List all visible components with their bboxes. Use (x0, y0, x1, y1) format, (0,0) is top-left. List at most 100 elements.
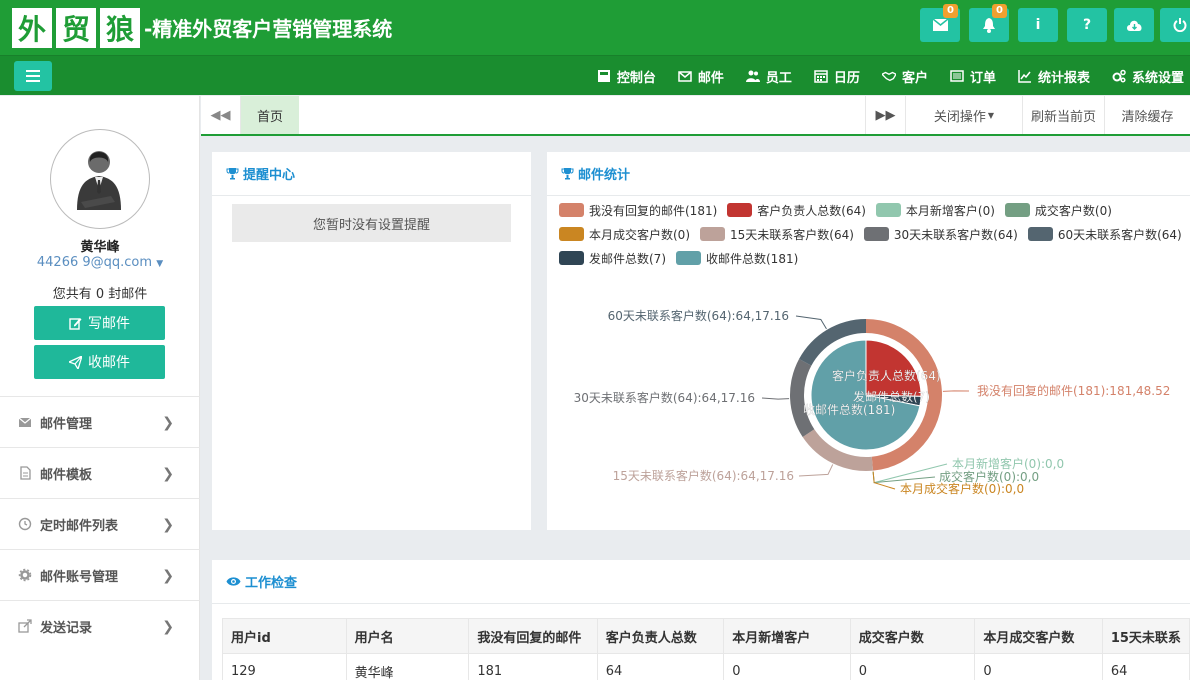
mail-stats-panel: 邮件统计 我没有回复的邮件(181) 客户负责人总数(64) 本月新增客户(0) 成交… (547, 152, 1190, 530)
sidebar-item-label: 邮件账号管理 (40, 569, 119, 585)
nav-label: 统计报表 (1037, 70, 1090, 86)
legend-item[interactable]: 15天未联系客户数(64) (700, 226, 854, 242)
trophy-icon (561, 168, 574, 180)
outer-slice-label: 本月新增客户(0):0,0 (952, 456, 1064, 471)
close-ops-dropdown[interactable]: 关闭操作 ▼ (905, 96, 1022, 134)
user-email-dropdown[interactable]: 44266 9@qq.com ▼ (0, 255, 200, 270)
caret-down-icon: ▼ (987, 110, 995, 120)
nav-item-reports[interactable]: 统计报表 (1018, 67, 1090, 86)
column-header[interactable]: 成交客户数 (849, 618, 976, 654)
sidebar-item-label: 邮件模板 (40, 467, 93, 483)
cloud-button[interactable] (1114, 8, 1154, 42)
legend-item[interactable]: 收邮件总数(181) (676, 250, 798, 266)
reminder-empty-message: 您暂时没有设置提醒 (232, 204, 511, 242)
work-check-title-text: 工作检查 (245, 576, 298, 591)
column-header[interactable]: 15天未联系 (1101, 618, 1190, 654)
sidebar-item-mail-account[interactable]: 邮件账号管理 ❯ (0, 549, 200, 600)
calendar-icon (814, 70, 828, 83)
receive-mail-button[interactable]: 收邮件 (34, 345, 165, 379)
sidebar-item-send-record[interactable]: 发送记录 ❯ (0, 600, 200, 651)
legend-label: 我没有回复的邮件(181) (589, 203, 718, 218)
double-left-icon: ◀◀ (210, 107, 231, 123)
legend-label: 本月成交客户数(0) (589, 227, 690, 242)
nav-label: 客户 (901, 70, 928, 86)
user-email: 44266 9@qq.com (36, 255, 153, 270)
logo-char: 贸 (56, 8, 96, 48)
legend-swatch (559, 251, 584, 265)
clear-cache-button[interactable]: 清除缓存 (1104, 96, 1190, 134)
table-row[interactable]: 129 黄华峰 181 64 0 0 0 64 (222, 653, 1190, 680)
cloud-download-icon (1126, 20, 1142, 31)
table-cell: 0 (723, 653, 851, 680)
legend-item[interactable]: 我没有回复的邮件(181) (559, 202, 717, 218)
tab-scroll-left-button[interactable]: ◀◀ (201, 96, 241, 134)
inner-pie-slice (810, 339, 921, 451)
caret-down-icon: ▼ (156, 259, 164, 269)
handshake-icon (881, 71, 896, 82)
top-header: 外 贸 狼 -精准外贸客户营销管理系统 0 0 i ? (0, 0, 1190, 55)
nav-item-calendar[interactable]: 日历 (814, 67, 860, 86)
column-header[interactable]: 我没有回复的邮件 (468, 618, 598, 654)
tab-scroll-right-button[interactable]: ▶▶ (865, 96, 905, 134)
user-photo-icon (77, 151, 121, 210)
column-header[interactable]: 用户名 (345, 618, 470, 654)
legend-item[interactable]: 30天未联系客户数(64) (863, 226, 1018, 242)
legend-swatch (559, 227, 584, 241)
outer-slice-label: 30天未联系客户数(64):64,17.16 (574, 390, 755, 405)
label-leader-line (872, 471, 896, 490)
refresh-page-label: 刷新当前页 (1030, 109, 1096, 125)
mail-notify-button[interactable]: 0 (920, 4, 960, 42)
legend-item[interactable]: 客户负责人总数(64) (727, 202, 866, 218)
label-leader-line (872, 463, 948, 484)
mail-stats-title-text: 邮件统计 (578, 168, 631, 183)
column-header[interactable]: 本月新增客户 (723, 618, 851, 654)
legend-item[interactable]: 60天未联系客户数(64) (1027, 226, 1182, 242)
column-header[interactable]: 用户id (222, 618, 347, 654)
app-slogan: -精准外贸客户营销管理系统 (144, 17, 393, 41)
nav-label: 控制台 (616, 70, 656, 86)
bell-notify-button[interactable]: 0 (969, 4, 1009, 42)
legend-label: 15天未联系客户数(64) (730, 227, 854, 242)
write-mail-button[interactable]: 写邮件 (34, 306, 165, 340)
envelope-icon (678, 71, 692, 82)
nav-item-customer[interactable]: 客户 (881, 67, 928, 86)
legend-item[interactable]: 本月成交客户数(0) (559, 226, 690, 242)
inner-slice-label: 发邮件总数(7) (853, 389, 930, 404)
sidebar-item-mail-template[interactable]: 邮件模板 ❯ (0, 447, 200, 498)
tab-home[interactable]: 首页 (241, 96, 299, 134)
legend-label: 成交客户数(0) (1034, 203, 1112, 218)
legend-item[interactable]: 成交客户数(0) (1004, 202, 1112, 218)
edit-icon (69, 317, 82, 330)
tab-actions: ▶▶ 关闭操作 ▼ 刷新当前页 清除缓存 (865, 96, 1190, 134)
legend-swatch (559, 203, 584, 217)
avatar[interactable] (50, 129, 150, 229)
eye-icon (226, 577, 241, 586)
inner-pie-slice (865, 394, 922, 407)
outer-slice-label: 本月成交客户数(0):0,0 (900, 481, 1024, 496)
legend-swatch (727, 203, 753, 217)
info-button[interactable]: i (1018, 8, 1058, 42)
nav-item-settings[interactable]: 系统设置 (1112, 67, 1184, 86)
power-button[interactable] (1160, 8, 1190, 42)
legend-item[interactable]: 发邮件总数(7) (559, 250, 666, 266)
table-cell: 129 (222, 653, 347, 680)
sidebar-item-scheduled-mail[interactable]: 定时邮件列表 ❯ (0, 498, 200, 549)
legend-swatch (1004, 203, 1030, 217)
nav-item-order[interactable]: 订单 (950, 67, 996, 86)
legend-item[interactable]: 本月新增客户(0) (875, 202, 995, 218)
nav-item-dashboard[interactable]: 控制台 (597, 67, 656, 86)
paper-plane-icon (69, 355, 82, 369)
nav-item-staff[interactable]: 员工 (745, 67, 792, 86)
line-chart-icon (1018, 70, 1031, 83)
logo-char: 外 (12, 8, 52, 48)
sidebar-item-mail-manage[interactable]: 邮件管理 ❯ (0, 396, 200, 447)
column-header[interactable]: 本月成交客户数 (974, 618, 1103, 654)
menu-toggle-button[interactable] (14, 61, 52, 91)
column-header[interactable]: 客户负责人总数 (596, 618, 725, 654)
sidebar-item-label: 发送记录 (40, 620, 93, 636)
chart-legend: 我没有回复的邮件(181) 客户负责人总数(64) 本月新增客户(0) 成交客户数(0… (559, 202, 1187, 266)
refresh-page-button[interactable]: 刷新当前页 (1022, 96, 1104, 134)
help-button[interactable]: ? (1067, 8, 1107, 42)
receive-mail-label: 收邮件 (88, 355, 130, 371)
nav-item-mail[interactable]: 邮件 (678, 67, 724, 86)
